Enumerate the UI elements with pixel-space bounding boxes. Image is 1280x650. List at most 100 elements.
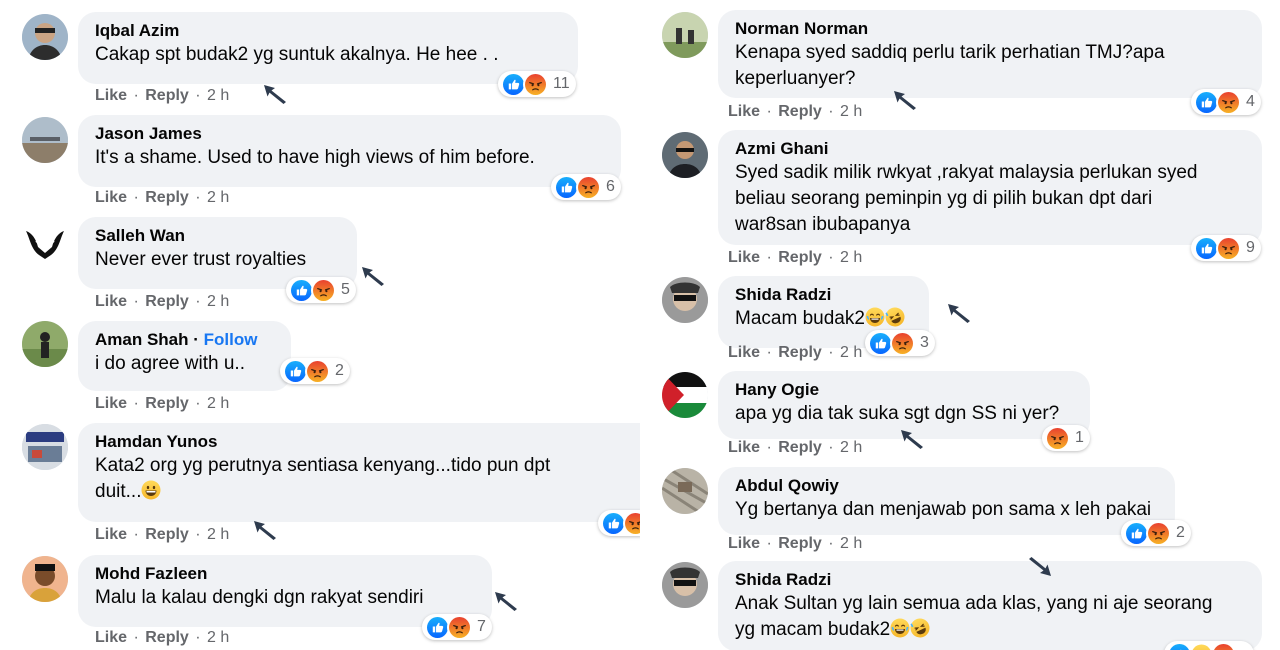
right-comment-column: Norman Norman Kenapa syed saddiq perlu t… bbox=[640, 0, 1280, 650]
comment-text: i do agree with u.. bbox=[95, 353, 245, 374]
author-name[interactable]: Hamdan Yunos bbox=[95, 431, 640, 453]
reaction-count: 1 bbox=[1075, 429, 1084, 446]
comment-text-line: Kenapa syed saddiq perlu tarik perhatian… bbox=[735, 42, 1165, 63]
comment-text: Cakap spt budak2 yg suntuk akalnya. He h… bbox=[95, 44, 499, 65]
reply-link[interactable]: Reply bbox=[145, 526, 189, 543]
avatar[interactable] bbox=[662, 562, 708, 608]
reaction-summary[interactable] bbox=[598, 510, 640, 536]
like-link[interactable]: Like bbox=[728, 249, 760, 266]
author-name[interactable]: Azmi Ghani bbox=[735, 138, 1246, 160]
comment-text: It's a shame. Used to have high views of… bbox=[95, 147, 535, 168]
avatar[interactable] bbox=[22, 117, 68, 163]
comment-actions: Like · Reply · 2 h bbox=[728, 535, 863, 552]
comment-actions: Like · Reply · 2 h bbox=[95, 526, 230, 543]
avatar[interactable] bbox=[22, 321, 68, 367]
timestamp[interactable]: 2 h bbox=[840, 103, 862, 120]
author-name[interactable]: Hany Ogie bbox=[735, 379, 1074, 401]
reply-link[interactable]: Reply bbox=[145, 629, 189, 646]
comment-text-fragment: yg macam budak2 bbox=[735, 619, 891, 640]
arrow-icon bbox=[898, 427, 926, 451]
avatar[interactable] bbox=[662, 132, 708, 178]
like-link[interactable]: Like bbox=[728, 344, 760, 361]
reply-link[interactable]: Reply bbox=[778, 439, 822, 456]
comment-actions: Like · Reply · 2 h bbox=[95, 87, 230, 104]
timestamp[interactable]: 2 h bbox=[207, 87, 229, 104]
reaction-count: 7 bbox=[477, 618, 486, 635]
timestamp[interactable]: 2 h bbox=[207, 526, 229, 543]
timestamp[interactable]: 2 h bbox=[207, 629, 229, 646]
laugh-icon bbox=[890, 618, 910, 638]
avatar[interactable] bbox=[22, 556, 68, 602]
timestamp[interactable]: 2 h bbox=[207, 293, 229, 310]
follow-button[interactable]: Follow bbox=[204, 330, 258, 349]
author-name[interactable]: Iqbal Azim bbox=[95, 20, 562, 42]
comment-text: Never ever trust royalties bbox=[95, 249, 307, 270]
avatar[interactable] bbox=[662, 372, 708, 418]
timestamp[interactable]: 2 h bbox=[840, 535, 862, 552]
timestamp[interactable]: 2 h bbox=[207, 395, 229, 412]
comment-text-line: Syed sadik milik rwkyat ,rakyat malaysia… bbox=[735, 162, 1198, 183]
author-name[interactable]: Salleh Wan bbox=[95, 225, 341, 247]
timestamp[interactable]: 2 h bbox=[207, 189, 229, 206]
reaction-summary[interactable]: 6 bbox=[551, 174, 621, 200]
timestamp[interactable]: 2 h bbox=[840, 249, 862, 266]
comment-text-line: yg macam budak2 bbox=[735, 617, 1246, 643]
reaction-count: 2 bbox=[335, 362, 344, 379]
author-name[interactable]: Shida Radzi bbox=[735, 569, 1246, 591]
comment-actions: Like · Reply · 2 h bbox=[95, 293, 230, 310]
avatar[interactable] bbox=[662, 12, 708, 58]
avatar[interactable] bbox=[22, 14, 68, 60]
avatar[interactable] bbox=[662, 468, 708, 514]
avatar[interactable] bbox=[662, 277, 708, 323]
reaction-summary[interactable]: 5 bbox=[286, 277, 356, 303]
reaction-summary[interactable]: 7 bbox=[422, 614, 492, 640]
reaction-summary[interactable]: 11 bbox=[498, 71, 576, 97]
reaction-summary[interactable]: 1 bbox=[1042, 425, 1090, 451]
author-name[interactable]: Abdul Qowiy bbox=[735, 475, 1159, 497]
reply-link[interactable]: Reply bbox=[778, 535, 822, 552]
reaction-summary[interactable]: 4 bbox=[1191, 89, 1261, 115]
arrow-icon bbox=[492, 589, 520, 613]
reply-link[interactable]: Reply bbox=[145, 293, 189, 310]
avatar[interactable] bbox=[22, 219, 68, 265]
reaction-summary[interactable]: 3 bbox=[865, 330, 935, 356]
like-link[interactable]: Like bbox=[95, 293, 127, 310]
rofl-icon bbox=[910, 618, 930, 638]
timestamp[interactable]: 2 h bbox=[840, 344, 862, 361]
reply-link[interactable]: Reply bbox=[145, 189, 189, 206]
author-name-link[interactable]: Aman Shah bbox=[95, 330, 189, 349]
reaction-count: 4 bbox=[1246, 93, 1255, 110]
timestamp[interactable]: 2 h bbox=[840, 439, 862, 456]
angry-icon bbox=[576, 174, 601, 200]
like-link[interactable]: Like bbox=[95, 189, 127, 206]
author-name[interactable]: Shida Radzi bbox=[735, 284, 913, 306]
author-name[interactable]: Norman Norman bbox=[735, 18, 1246, 40]
comment-text-line: war8san ibubapanya bbox=[735, 214, 911, 235]
like-link[interactable]: Like bbox=[95, 629, 127, 646]
reply-link[interactable]: Reply bbox=[778, 103, 822, 120]
comment-bubble: Azmi Ghani Syed sadik milik rwkyat ,raky… bbox=[718, 130, 1262, 245]
like-link[interactable]: Like bbox=[95, 526, 127, 543]
reply-link[interactable]: Reply bbox=[145, 87, 189, 104]
comment-text-line: keperluanyer? bbox=[735, 68, 856, 89]
arrow-icon bbox=[945, 301, 973, 325]
author-name[interactable]: Jason James bbox=[95, 123, 605, 145]
author-name[interactable]: Mohd Fazleen bbox=[95, 563, 476, 585]
avatar[interactable] bbox=[22, 424, 68, 470]
comment-text-fragment: Macam budak2 bbox=[735, 308, 865, 329]
like-link[interactable]: Like bbox=[728, 535, 760, 552]
reply-link[interactable]: Reply bbox=[778, 344, 822, 361]
like-link[interactable]: Like bbox=[95, 395, 127, 412]
reaction-summary[interactable]: 2 bbox=[1121, 520, 1191, 546]
reaction-summary[interactable]: 2 bbox=[280, 358, 350, 384]
like-link[interactable]: Like bbox=[728, 103, 760, 120]
comment-text-line: Kata2 org yg perutnya sentiasa kenyang..… bbox=[95, 455, 551, 476]
comment-bubble: Jason James It's a shame. Used to have h… bbox=[78, 115, 621, 187]
reaction-summary[interactable] bbox=[1164, 641, 1254, 650]
reaction-summary[interactable]: 9 bbox=[1191, 235, 1261, 261]
reply-link[interactable]: Reply bbox=[145, 395, 189, 412]
like-link[interactable]: Like bbox=[728, 439, 760, 456]
comment-text-fragment: duit... bbox=[95, 481, 142, 502]
reply-link[interactable]: Reply bbox=[778, 249, 822, 266]
like-link[interactable]: Like bbox=[95, 87, 127, 104]
